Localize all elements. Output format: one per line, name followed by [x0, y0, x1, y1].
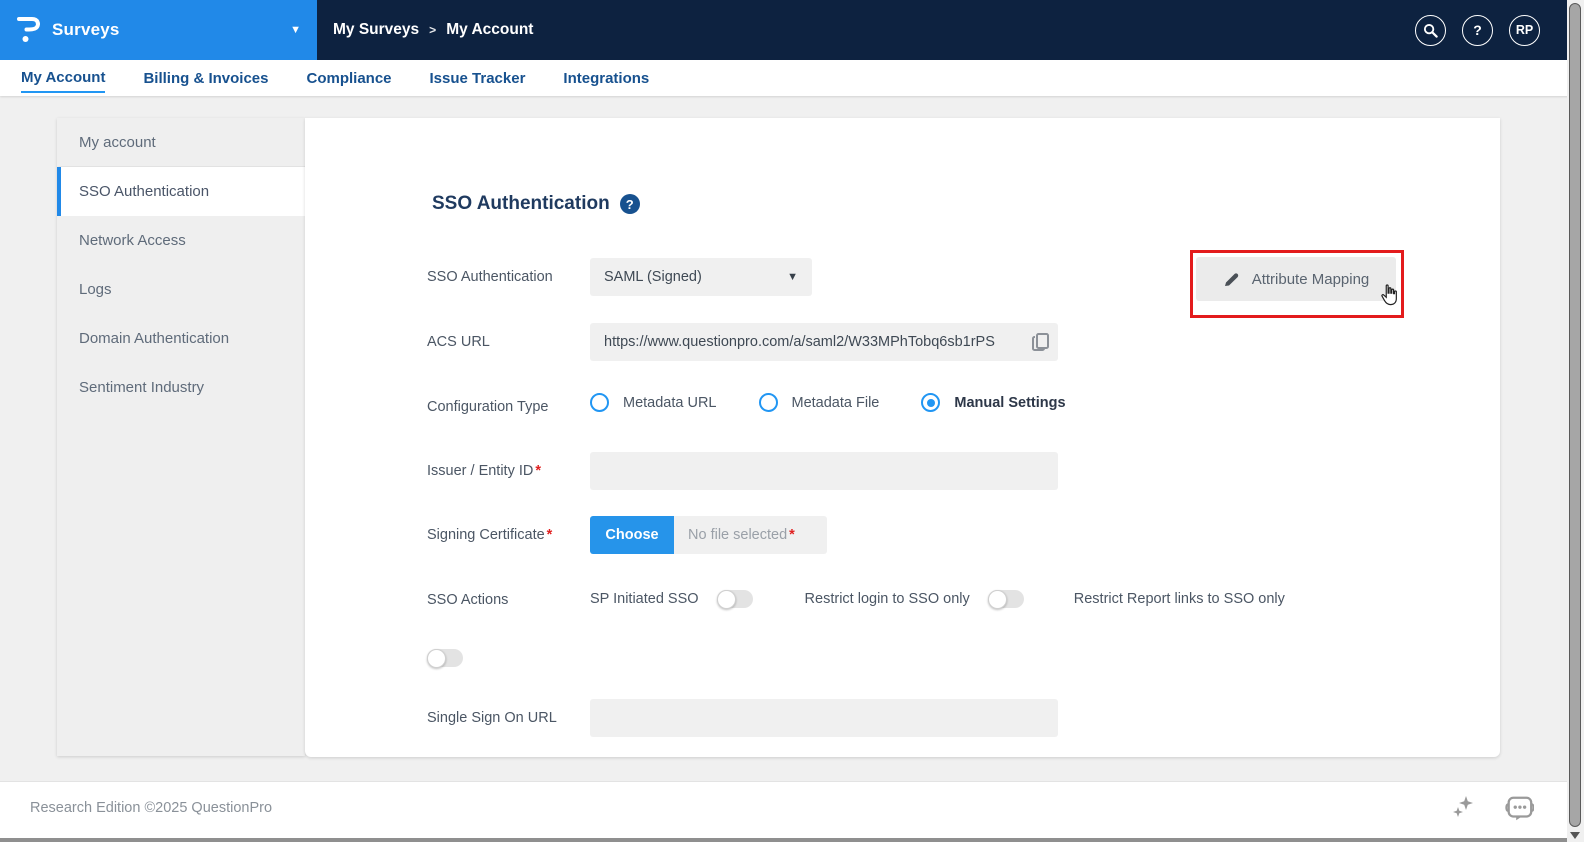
toggle-knob [427, 649, 446, 668]
required-asterisk: * [547, 527, 553, 543]
tab-issue-tracker[interactable]: Issue Tracker [430, 64, 526, 92]
radio-manual-settings-label[interactable]: Manual Settings [954, 395, 1065, 411]
sso-auth-label: SSO Authentication [427, 269, 553, 285]
acs-url-field: https://www.questionpro.com/a/saml2/W33M… [590, 323, 1058, 361]
vertical-scrollbar[interactable] [1567, 0, 1584, 842]
sidebar-item-sso-authentication[interactable]: SSO Authentication [57, 167, 305, 216]
title-help-icon[interactable]: ? [620, 194, 640, 214]
breadcrumb: My Surveys > My Account [333, 0, 533, 60]
issuer-input[interactable] [590, 452, 1058, 490]
radio-metadata-file[interactable] [759, 393, 778, 412]
restrict-report-label: Restrict Report links to SSO only [1074, 591, 1285, 607]
radio-metadata-file-label[interactable]: Metadata File [792, 395, 880, 411]
hand-cursor-icon [1378, 283, 1400, 307]
scrollbar-down-arrow-icon[interactable] [1570, 832, 1580, 839]
sso-settings-panel: SSO Authentication ? SSO Authentication … [305, 118, 1500, 757]
restrict-report-toggle[interactable] [427, 649, 463, 667]
help-button[interactable]: ? [1462, 15, 1493, 46]
sso-url-input[interactable] [590, 699, 1058, 737]
issuer-label: Issuer / Entity ID* [427, 463, 541, 479]
copy-icon[interactable] [1030, 331, 1052, 353]
scrollbar-thumb[interactable] [1569, 3, 1581, 827]
sso-actions-label: SSO Actions [427, 592, 508, 608]
tab-integrations[interactable]: Integrations [563, 64, 649, 92]
sidebar-item-network-access[interactable]: Network Access [57, 216, 305, 265]
chat-bot-icon[interactable] [1504, 794, 1534, 824]
sso-actions-row: SP Initiated SSO Restrict login to SSO o… [590, 590, 1285, 608]
sp-initiated-toggle[interactable] [717, 590, 753, 608]
help-icon: ? [1473, 22, 1482, 38]
app-name: Surveys [52, 20, 120, 40]
tab-billing-invoices[interactable]: Billing & Invoices [143, 64, 268, 92]
top-bar: Surveys ▼ My Surveys > My Account ? RP [0, 0, 1584, 60]
avatar[interactable]: RP [1509, 15, 1540, 46]
search-button[interactable] [1415, 15, 1446, 46]
sidebar-item-logs[interactable]: Logs [57, 265, 305, 314]
sidebar-item-sentiment-industry[interactable]: Sentiment Industry [57, 363, 305, 412]
file-status-text: No file selected [688, 527, 787, 543]
signing-cert-label-text: Signing Certificate [427, 527, 545, 543]
signing-cert-label: Signing Certificate* [427, 527, 552, 543]
sso-auth-select[interactable]: SAML (Signed) ▼ [590, 258, 812, 296]
search-icon [1423, 23, 1438, 38]
toggle-knob [717, 590, 736, 609]
window-bottom-edge [0, 838, 1584, 842]
breadcrumb-separator-icon: > [429, 23, 436, 37]
secondary-nav: My Account Billing & Invoices Compliance… [0, 60, 1584, 96]
sp-initiated-label: SP Initiated SSO [590, 591, 699, 607]
acs-url-label: ACS URL [427, 334, 490, 350]
issuer-label-text: Issuer / Entity ID [427, 463, 533, 479]
tab-compliance[interactable]: Compliance [306, 64, 391, 92]
settings-sidebar: My account SSO Authentication Network Ac… [57, 118, 305, 756]
product-switcher[interactable]: Surveys ▼ [0, 0, 317, 60]
config-type-label: Configuration Type [427, 399, 548, 415]
acs-url-value: https://www.questionpro.com/a/saml2/W33M… [604, 334, 995, 350]
restrict-login-toggle[interactable] [988, 590, 1024, 608]
breadcrumb-parent[interactable]: My Surveys [333, 21, 419, 39]
breadcrumb-current: My Account [446, 21, 533, 39]
file-status-field: No file selected* [674, 516, 827, 554]
page-title: SSO Authentication ? [432, 193, 640, 215]
config-type-radio-group: Metadata URL Metadata File Manual Settin… [590, 393, 1094, 412]
toggle-knob [988, 590, 1007, 609]
radio-metadata-url[interactable] [590, 393, 609, 412]
sso-url-label: Single Sign On URL [427, 710, 557, 726]
required-asterisk: * [535, 463, 541, 479]
tab-my-account[interactable]: My Account [21, 63, 105, 93]
page-title-text: SSO Authentication [432, 193, 610, 215]
questionpro-logo-icon [16, 15, 42, 45]
attribute-mapping-label: Attribute Mapping [1252, 271, 1370, 288]
chevron-down-icon: ▼ [290, 24, 301, 36]
attribute-mapping-button[interactable]: Attribute Mapping [1196, 257, 1396, 301]
sidebar-item-domain-authentication[interactable]: Domain Authentication [57, 314, 305, 363]
select-caret-icon: ▼ [787, 271, 798, 283]
pencil-icon [1223, 271, 1240, 288]
restrict-login-label: Restrict login to SSO only [805, 591, 970, 607]
choose-file-button[interactable]: Choose [590, 516, 674, 554]
footer-edition-text: Research Edition ©2025 QuestionPro [30, 800, 272, 816]
radio-metadata-url-label[interactable]: Metadata URL [623, 395, 717, 411]
radio-manual-settings[interactable] [921, 393, 940, 412]
avatar-initials: RP [1516, 23, 1533, 37]
required-asterisk: * [789, 527, 795, 543]
sparkles-icon[interactable] [1448, 794, 1478, 824]
sidebar-item-my-account[interactable]: My account [57, 118, 305, 167]
sso-auth-selected-value: SAML (Signed) [604, 269, 702, 285]
footer: Research Edition ©2025 QuestionPro [0, 781, 1584, 838]
